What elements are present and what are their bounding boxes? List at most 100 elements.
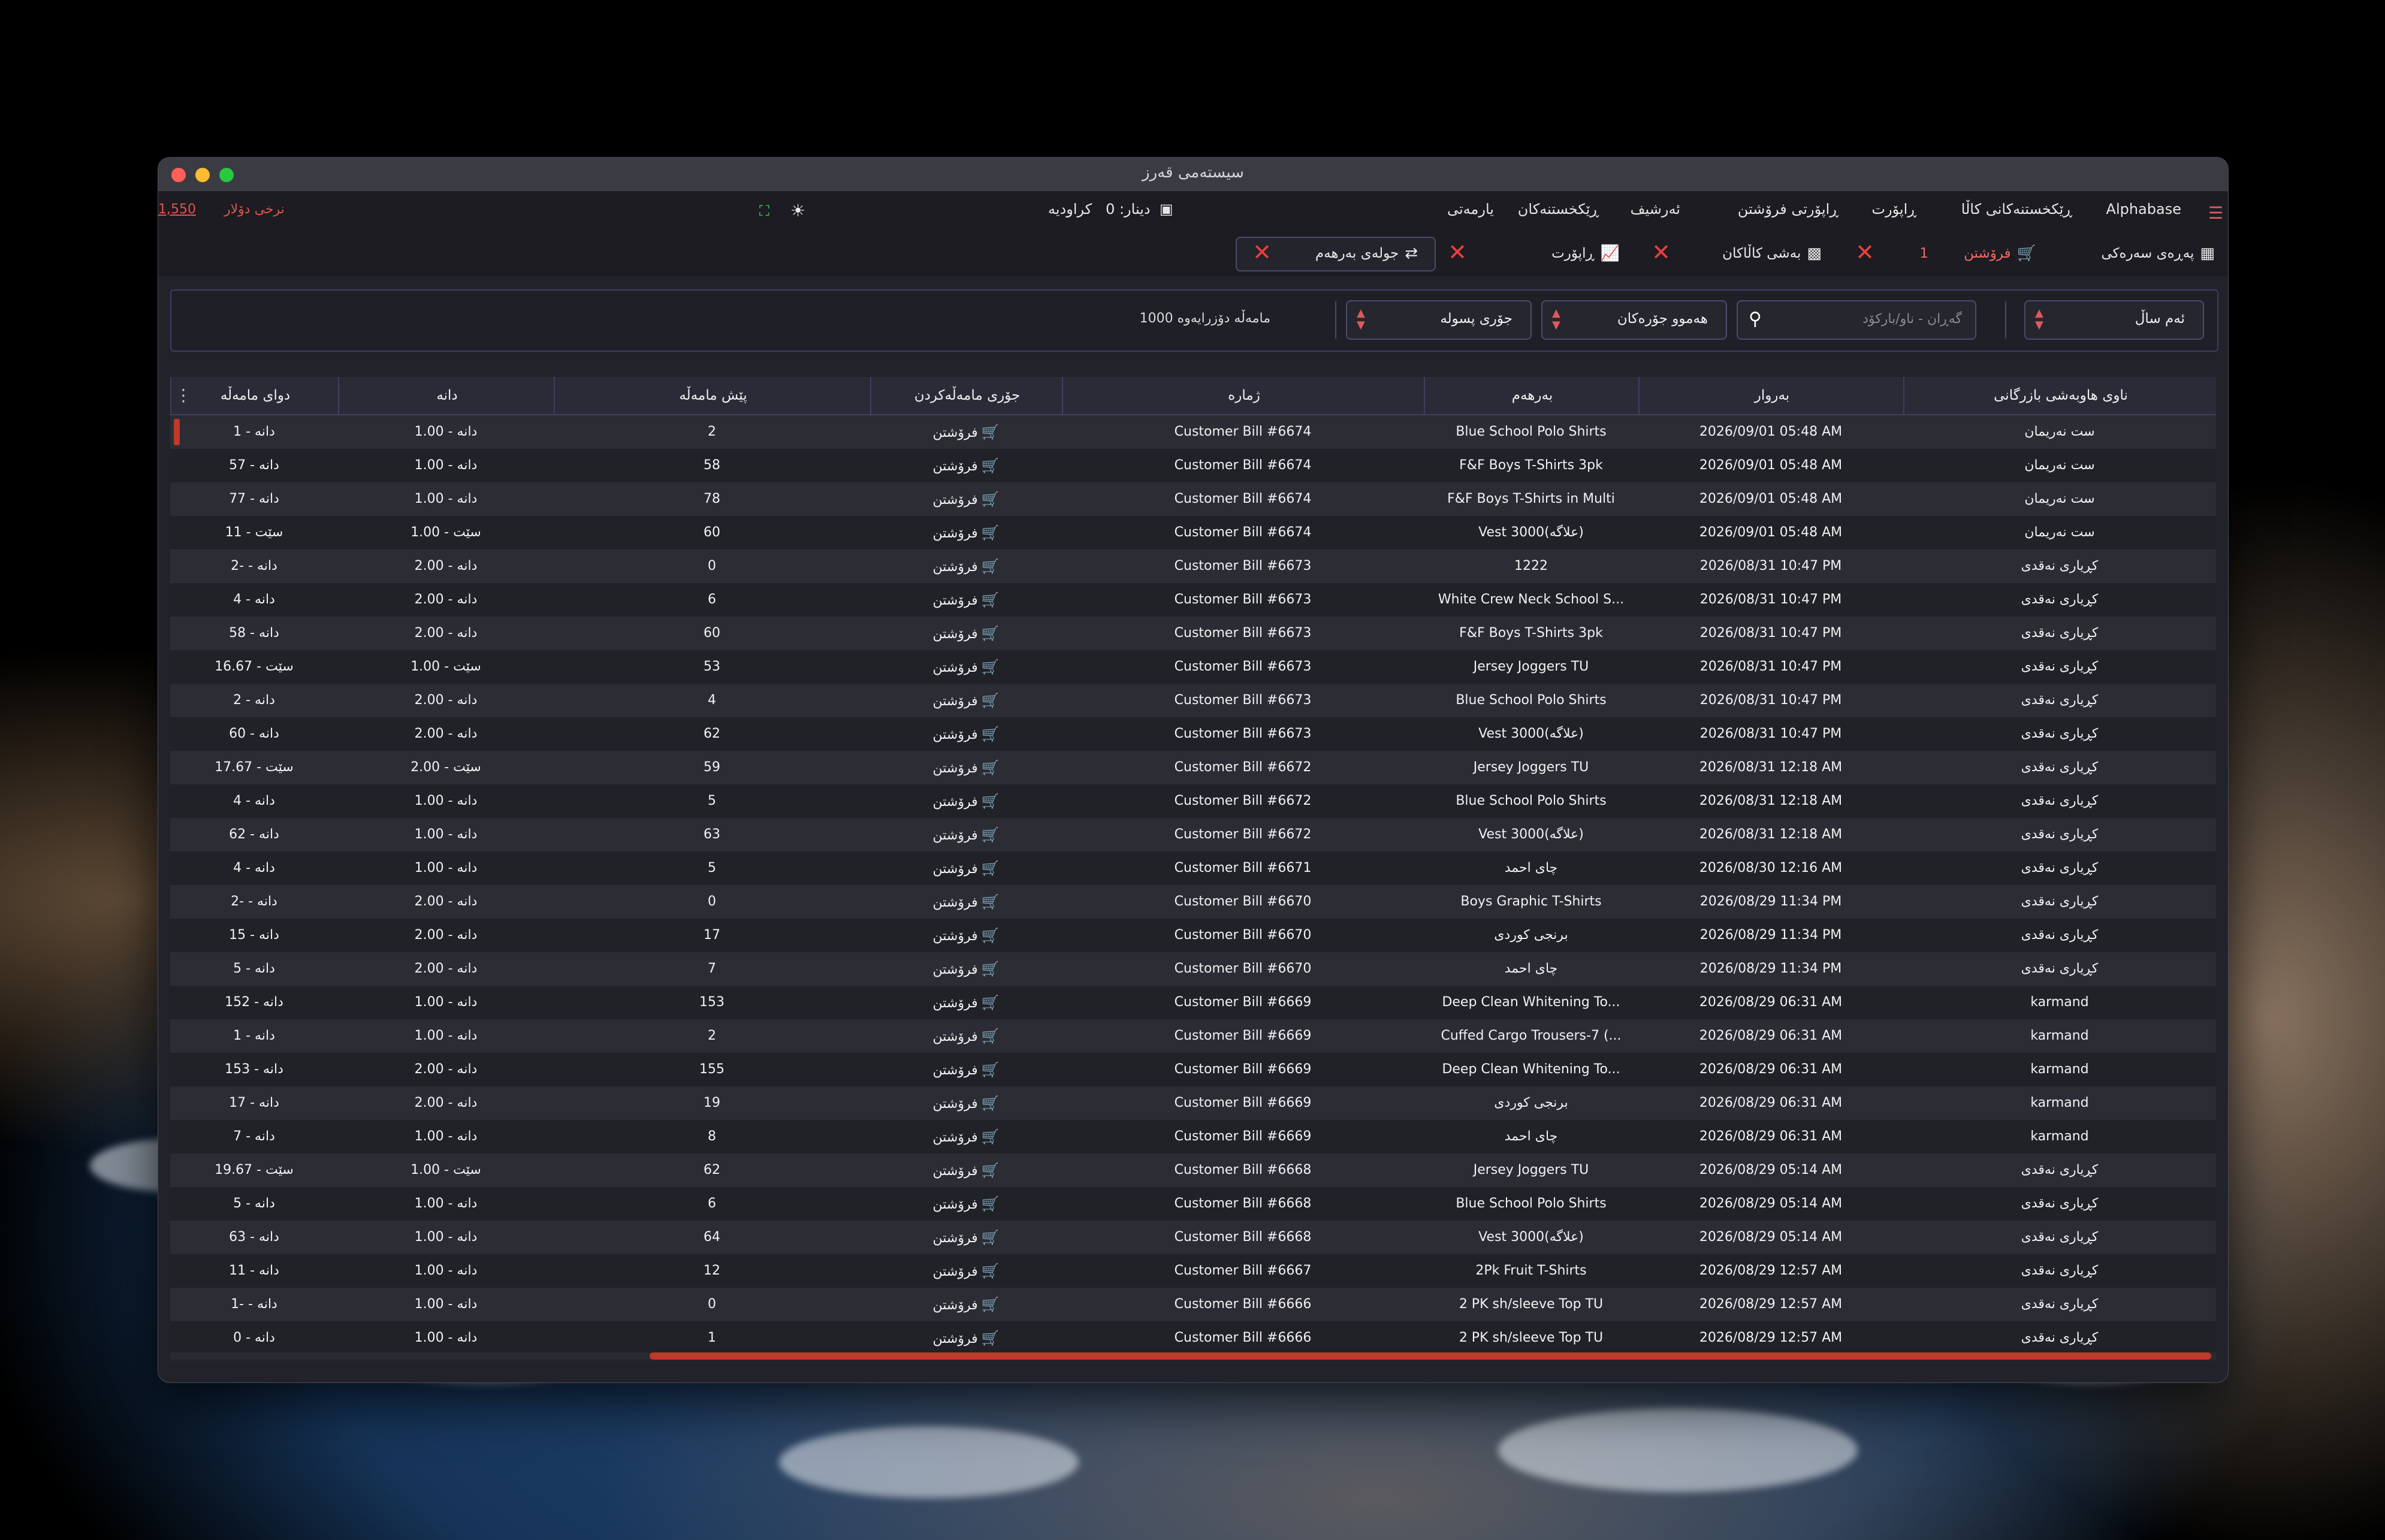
table-row[interactable]: کڕیاری نەقدی 2026/08/31 12:18 AM Vest 3000… — [170, 818, 2216, 851]
menu-item-settings[interactable]: ڕێکخستنەکان — [1518, 201, 1599, 218]
horizontal-scrollbar-thumb[interactable] — [650, 1352, 2211, 1360]
bill-type-select[interactable]: جۆری پسوله ▲ ▼ — [1346, 300, 1532, 340]
col-transaction-type-cell: فرۆشتن 🛒 — [870, 1321, 1062, 1355]
col-product-header[interactable]: بەرهەم — [1424, 377, 1640, 414]
col-quantity-header[interactable]: دانە — [338, 377, 555, 414]
col-before-cell: 59 — [704, 760, 720, 775]
table-row[interactable]: karmand 2026/08/29 06:31 AM Cuffed Cargo T… — [170, 1019, 2216, 1053]
close-tab-goods-icon[interactable]: ✕ — [1652, 239, 1671, 265]
year-select[interactable]: ئەم ساڵ ▲ ▼ — [2024, 300, 2204, 340]
table-row[interactable]: ست نەریمان 2026/09/01 05:48 AM F&F Boys T-… — [170, 449, 2216, 482]
value-label: 1.00 — [414, 1297, 444, 1312]
col-date-cell: 2026/09/01 05:48 AM — [1699, 458, 1843, 473]
fullscreen-icon[interactable]: ⛶ — [759, 203, 769, 219]
unit-label: سێت — [265, 659, 294, 674]
all-types-select[interactable]: هەموو جۆرەکان ▲ ▼ — [1541, 300, 1727, 340]
table-row[interactable]: کڕیاری نەقدی 2026/08/30 12:16 AM چای احمد C… — [170, 851, 2216, 885]
table-row[interactable]: کڕیاری نەقدی 2026/08/31 10:47 PM 1222 Custo… — [170, 549, 2216, 583]
table-row[interactable]: ست نەریمان 2026/09/01 05:48 AM Blue School… — [170, 415, 2216, 449]
unit-label: دانە — [457, 592, 478, 607]
col-partner-cell: کڕیاری نەقدی — [2021, 860, 2099, 875]
col-after-header[interactable]: دوای مامەڵە — [170, 377, 339, 414]
table-row[interactable]: کڕیاری نەقدی 2026/08/29 11:34 PM Boys Grap… — [170, 885, 2216, 919]
search-input[interactable]: گەڕان - ناو/بارکۆد ⚲ — [1737, 300, 1976, 340]
col-transaction-type-header[interactable]: جۆری مامەڵەکردن — [870, 377, 1063, 414]
tab-product-movement-label-wrap[interactable]: جولەی بەرهەم ⇄ — [1315, 241, 1418, 265]
unit-label: دانە — [257, 558, 277, 573]
table-row[interactable]: کڕیاری نەقدی 2026/08/29 12:57 AM 2 PK sh/s… — [170, 1288, 2216, 1321]
table-row[interactable]: کڕیاری نەقدی 2026/08/31 12:18 AM Blue Scho… — [170, 784, 2216, 818]
close-tab-product-movement-icon[interactable]: ✕ — [1252, 239, 1272, 265]
table-row[interactable]: karmand 2026/08/29 06:31 AM Deep Clean Whi… — [170, 986, 2216, 1019]
col-date-header[interactable]: بەروار — [1638, 377, 1904, 414]
col-before-header[interactable]: پێش مامەڵە — [554, 377, 871, 414]
menu-item-sales-report[interactable]: ڕاپۆرتی فرۆشتن — [1738, 201, 1838, 218]
table-row[interactable]: کڕیاری نەقدی 2026/08/29 05:14 AM Vest 3000… — [170, 1221, 2216, 1254]
col-after-cell: دانە - 17 — [170, 1086, 338, 1120]
table-row[interactable]: کڕیاری نەقدی 2026/08/31 10:47 PM F&F Boys … — [170, 617, 2216, 650]
col-quantity-cell: دانە - 1.00 — [338, 1221, 554, 1254]
cloud — [1498, 1408, 1858, 1492]
tab-goods-label: بەشی کاڵاکان — [1722, 246, 1801, 261]
separator: - — [241, 961, 255, 976]
hamburger-menu-icon[interactable]: ☰ — [2208, 203, 2223, 223]
dollar-rate[interactable]: 1,550 نرخی دۆلار — [158, 202, 285, 217]
table-row[interactable]: karmand 2026/08/29 06:31 AM چای احمد Custom… — [170, 1120, 2216, 1154]
table-row[interactable]: کڕیاری نەقدی 2026/08/29 12:57 AM 2Pk Fruit… — [170, 1254, 2216, 1288]
col-product-cell: 2 PK sh/sleeve Top TU — [1459, 1297, 1604, 1312]
col-before-cell: 153 — [699, 995, 724, 1010]
table-row[interactable]: کڕیاری نەقدی 2026/08/31 12:18 AM Jersey Jo… — [170, 751, 2216, 784]
table-row[interactable]: کڕیاری نەقدی 2026/08/31 10:47 PM Jersey Jo… — [170, 650, 2216, 684]
dollar-rate-value[interactable]: 1,550 — [158, 202, 196, 217]
select-arrows-icon: ▲ ▼ — [1357, 307, 1365, 331]
menu-item-product-settings[interactable]: ڕێکخستنەکانی کاڵا — [1961, 201, 2072, 218]
tab-home-label: پەڕەی سەرەکی — [2101, 246, 2194, 261]
col-product-cell: Deep Clean Whitening To... — [1442, 995, 1620, 1010]
menu-item-alphabase[interactable]: Alphabase — [2106, 201, 2181, 218]
value-label: 63 — [229, 1230, 246, 1245]
unit-label: دانە — [255, 693, 275, 708]
value-label: 4 — [233, 793, 242, 808]
tab-report[interactable]: ڕاپۆرت 📈 — [1551, 241, 1620, 265]
menu-item-help[interactable]: یارمەتی — [1447, 201, 1494, 218]
unit-label: دانە — [259, 1263, 279, 1278]
tab-goods[interactable]: بەشی کاڵاکان ▩ — [1722, 241, 1822, 265]
table-row[interactable]: کڕیاری نەقدی 2026/08/31 10:47 PM Vest 3000… — [170, 717, 2216, 751]
col-date-cell: 2026/08/29 05:14 AM — [1699, 1196, 1843, 1211]
table-row[interactable]: کڕیاری نەقدی 2026/08/29 05:14 AM Blue Scho… — [170, 1187, 2216, 1221]
table-row[interactable]: karmand 2026/08/29 06:31 AM Deep Clean Whi… — [170, 1053, 2216, 1086]
tab-sales[interactable]: فرۆشتن 🛒 — [1964, 241, 2036, 265]
table-row[interactable]: کڕیاری نەقدی 2026/08/31 10:47 PM Blue Scho… — [170, 684, 2216, 717]
unit-label: دانە — [457, 827, 478, 842]
table-row[interactable]: karmand 2026/08/29 06:31 AM برنجی کوردی Cus… — [170, 1086, 2216, 1120]
col-partner-header[interactable]: ناوی هاوبەشی بازرگانی — [1903, 377, 2217, 414]
menu-item-archive[interactable]: ئەرشیف — [1631, 201, 1680, 218]
cart-icon: 🛒 — [981, 1263, 1000, 1279]
transaction-type-label: فرۆشتن — [932, 862, 978, 877]
table-row[interactable]: کڕیاری نەقدی 2026/08/29 05:14 AM Jersey Jo… — [170, 1154, 2216, 1187]
col-after-cell: دانە - 2 — [170, 684, 338, 717]
col-bill-number-cell: Customer Bill #6668 — [1174, 1196, 1312, 1211]
table-row[interactable]: کڕیاری نەقدی 2026/08/29 12:57 AM 2 PK sh/s… — [170, 1321, 2216, 1355]
close-tab-report-icon[interactable]: ✕ — [1448, 239, 1467, 265]
col-date-cell: 2026/08/31 10:47 PM — [1699, 558, 1842, 573]
col-bill-number-cell: Customer Bill #6673 — [1174, 592, 1312, 607]
value-label: 1.00 — [410, 525, 440, 540]
value-label: 2 — [233, 693, 242, 708]
tab-home[interactable]: پەڕەی سەرەکی ▦ — [2101, 241, 2215, 265]
col-transaction-type-cell: فرۆشتن 🛒 — [870, 986, 1062, 1019]
value-label: 2.00 — [414, 558, 444, 573]
table-row[interactable]: کڕیاری نەقدی 2026/08/31 10:47 PM White Cre… — [170, 583, 2216, 617]
table-row[interactable]: کڕیاری نەقدی 2026/08/29 11:34 PM برنجی کور… — [170, 919, 2216, 952]
close-tab-sales-icon[interactable]: ✕ — [1855, 239, 1874, 265]
col-bill-number-header[interactable]: ژمارە — [1062, 377, 1425, 414]
theme-toggle-sun-icon[interactable]: ☀ — [790, 201, 805, 221]
menu-item-report[interactable]: ڕاپۆرت — [1871, 201, 1916, 218]
table-row[interactable]: کڕیاری نەقدی 2026/08/29 11:34 PM چای احمد C… — [170, 952, 2216, 986]
col-product-cell: چای احمد — [1504, 860, 1558, 875]
transaction-type-label: فرۆشتن — [932, 761, 978, 776]
table-row[interactable]: ست نەریمان 2026/09/01 05:48 AM F&F Boys T-… — [170, 482, 2216, 516]
unit-label: دانە — [457, 961, 478, 976]
unit-label: دانە — [259, 458, 279, 473]
table-row[interactable]: ست نەریمان 2026/09/01 05:48 AM Vest 3000(ع… — [170, 516, 2216, 549]
